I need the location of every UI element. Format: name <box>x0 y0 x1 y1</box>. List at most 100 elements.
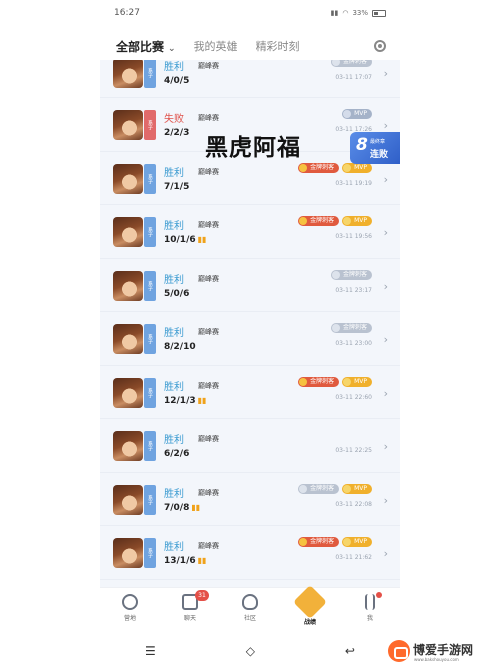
community-icon <box>242 594 258 610</box>
match-result: 胜利 <box>164 542 184 553</box>
chevron-right-icon[interactable]: › <box>384 440 388 453</box>
hero-tag: 系子 <box>144 324 156 354</box>
losing-streak-banner: 8 最终章 连败 <box>350 132 400 164</box>
hero-tag: 系子 <box>144 377 156 408</box>
chevron-right-icon[interactable]: › <box>384 494 388 507</box>
match-row-content: 系子 胜利 巅峰赛 5/0/6 金牌刺客 03-11 23:17 › <box>100 259 400 313</box>
match-result: 胜利 <box>164 274 184 286</box>
chevron-right-icon[interactable]: › <box>384 387 388 400</box>
match-row-content: 系子 胜利 巅峰赛 7/0/8 ▮▮ 金牌刺客 MVP 03-11 22:08 › <box>100 473 400 527</box>
kda-score: 7/1/5 <box>164 182 189 192</box>
hero-tag: 系子 <box>144 163 156 194</box>
match-mode: 巅峰赛 <box>198 328 219 336</box>
match-row[interactable]: 系子 胜利 巅峰赛 13/1/6 ▮▮ 金牌刺客 MVP 03-11 21:62 › <box>100 526 400 580</box>
kda-score: 7/0/8 ▮▮ <box>164 503 200 513</box>
watermark-name: 博爱手游网 <box>413 643 474 657</box>
kda-value: 6/2/6 <box>164 449 190 459</box>
match-time: 03-11 19:19 <box>335 179 372 187</box>
chevron-right-icon[interactable]: › <box>384 119 388 132</box>
match-mode: 巅峰赛 <box>198 274 219 283</box>
nav-camp[interactable]: 营地 <box>105 594 155 622</box>
badge-group: 金牌刺客 <box>330 269 372 280</box>
mvp-badge: MVP <box>342 376 372 387</box>
unread-count-badge: 31 <box>195 590 209 601</box>
mvp-badge: MVP <box>342 109 372 119</box>
tab-all-matches[interactable]: 全部比赛 ⌄ <box>116 38 176 63</box>
match-row[interactable]: 系子 胜利 巅峰赛 12/1/3 ▮▮ 金牌刺客 MVP 03-11 22:60 › <box>100 365 400 420</box>
badge-group: 金牌刺客 MVP <box>298 162 372 173</box>
medal-badge: 金牌刺客 <box>330 269 372 280</box>
match-result: 胜利 <box>164 328 184 339</box>
match-row[interactable]: 系子 胜利 巅峰赛 7/0/8 ▮▮ 金牌刺客 MVP 03-11 22:08 › <box>100 472 400 527</box>
kda-score: 12/1/3 ▮▮ <box>164 396 206 406</box>
chevron-right-icon[interactable]: › <box>384 333 388 346</box>
fire-icon: ▮▮ <box>197 235 207 244</box>
hero-tag: 系子 <box>144 110 156 140</box>
settings-icon[interactable] <box>374 40 386 52</box>
back-icon[interactable]: ↩ <box>345 644 355 658</box>
hero-avatar <box>113 431 143 461</box>
match-row[interactable]: 系子 胜利 巅峰赛 6/2/6 03-11 22:25 › <box>100 419 400 473</box>
medal-badge: 金牌刺客 <box>330 323 372 333</box>
overlay-caption: 黑虎阿福 <box>205 134 301 161</box>
hero-tag: 系子 <box>144 217 156 247</box>
match-result: 胜利 <box>164 167 184 179</box>
bottom-nav: 营地 31 聊天 社区 战绩 我 <box>100 585 400 635</box>
kda-value: 10/1/6 <box>164 235 196 245</box>
compass-icon <box>122 594 138 610</box>
match-result: 胜利 <box>164 435 184 446</box>
match-time: 03-11 23:00 <box>335 340 372 347</box>
nav-me[interactable]: 我 <box>345 592 395 622</box>
menu-icon[interactable]: ☰ <box>145 644 156 658</box>
badge-group: MVP <box>342 109 372 119</box>
hero-avatar <box>113 377 143 408</box>
badge-group: 金牌刺客 <box>330 60 372 67</box>
match-row-content: 系子 胜利 巅峰赛 8/2/10 金牌刺客 03-11 23:00 › <box>100 312 400 366</box>
hero-avatar <box>113 324 143 354</box>
match-row-content: 系子 胜利 巅峰赛 12/1/3 ▮▮ 金牌刺客 MVP 03-11 22:60 › <box>100 366 400 420</box>
battery-percent: 33% <box>352 9 368 17</box>
nav-community[interactable]: 社区 <box>225 594 275 622</box>
chevron-right-icon[interactable]: › <box>384 226 388 239</box>
match-result: 失败 <box>164 114 184 125</box>
match-row[interactable]: 系子 胜利 巅峰赛 10/1/6 ▮▮ 金牌刺客 MVP 03-11 19:56 › <box>100 205 400 259</box>
chevron-right-icon[interactable]: › <box>384 173 388 186</box>
match-time: 03-11 17:07 <box>335 74 372 81</box>
match-mode: 巅峰赛 <box>198 435 219 443</box>
nav-chat[interactable]: 31 聊天 <box>165 590 215 622</box>
match-mode: 巅峰赛 <box>198 167 219 176</box>
mvp-badge: MVP <box>342 162 372 173</box>
chevron-right-icon[interactable]: › <box>384 547 388 560</box>
chevron-right-icon[interactable]: › <box>384 280 388 293</box>
badge-group: 金牌刺客 MVP <box>298 537 372 547</box>
hero-tag: 系子 <box>144 270 156 301</box>
kda-score: 5/0/6 <box>164 289 189 299</box>
hero-avatar <box>113 538 143 568</box>
status-time: 16:27 <box>114 8 140 18</box>
tab-my-heroes[interactable]: 我的英雄 <box>194 38 238 54</box>
medal-badge: 金牌刺客 <box>298 216 340 226</box>
match-mode: 巅峰赛 <box>198 381 219 390</box>
medal-badge: 金牌刺客 <box>330 60 372 67</box>
home-icon[interactable]: ◇ <box>246 644 255 658</box>
chevron-right-icon[interactable]: › <box>384 67 388 80</box>
match-row[interactable]: 系子 胜利 巅峰赛 5/0/6 金牌刺客 03-11 23:17 › <box>100 258 400 313</box>
hero-avatar <box>113 484 143 515</box>
mvp-badge: MVP <box>342 483 372 494</box>
wifi-icon: ◠ <box>342 9 349 17</box>
signal-icon: ▮▮ <box>330 9 339 17</box>
match-row-content: 系子 胜利 巅峰赛 4/0/5 金牌刺客 03-11 17:07 › <box>100 60 400 100</box>
hero-avatar <box>113 110 143 140</box>
kda-value: 4/0/5 <box>164 76 190 86</box>
nav-records[interactable]: 战绩 <box>285 585 335 626</box>
chevron-down-icon[interactable]: ⌄ <box>168 44 176 54</box>
fire-icon: ▮▮ <box>191 502 201 512</box>
match-row[interactable]: 系子 胜利 巅峰赛 8/2/10 金牌刺客 03-11 23:00 › <box>100 312 400 366</box>
match-mode: 巅峰赛 <box>198 221 219 229</box>
kda-value: 7/1/5 <box>164 181 190 192</box>
tab-highlights[interactable]: 精彩时刻 <box>256 38 300 54</box>
mvp-badge: MVP <box>342 216 372 226</box>
match-row[interactable]: 系子 胜利 巅峰赛 4/0/5 金牌刺客 03-11 17:07 › <box>100 60 400 98</box>
hero-avatar <box>113 270 143 301</box>
match-result: 胜利 <box>164 381 184 393</box>
